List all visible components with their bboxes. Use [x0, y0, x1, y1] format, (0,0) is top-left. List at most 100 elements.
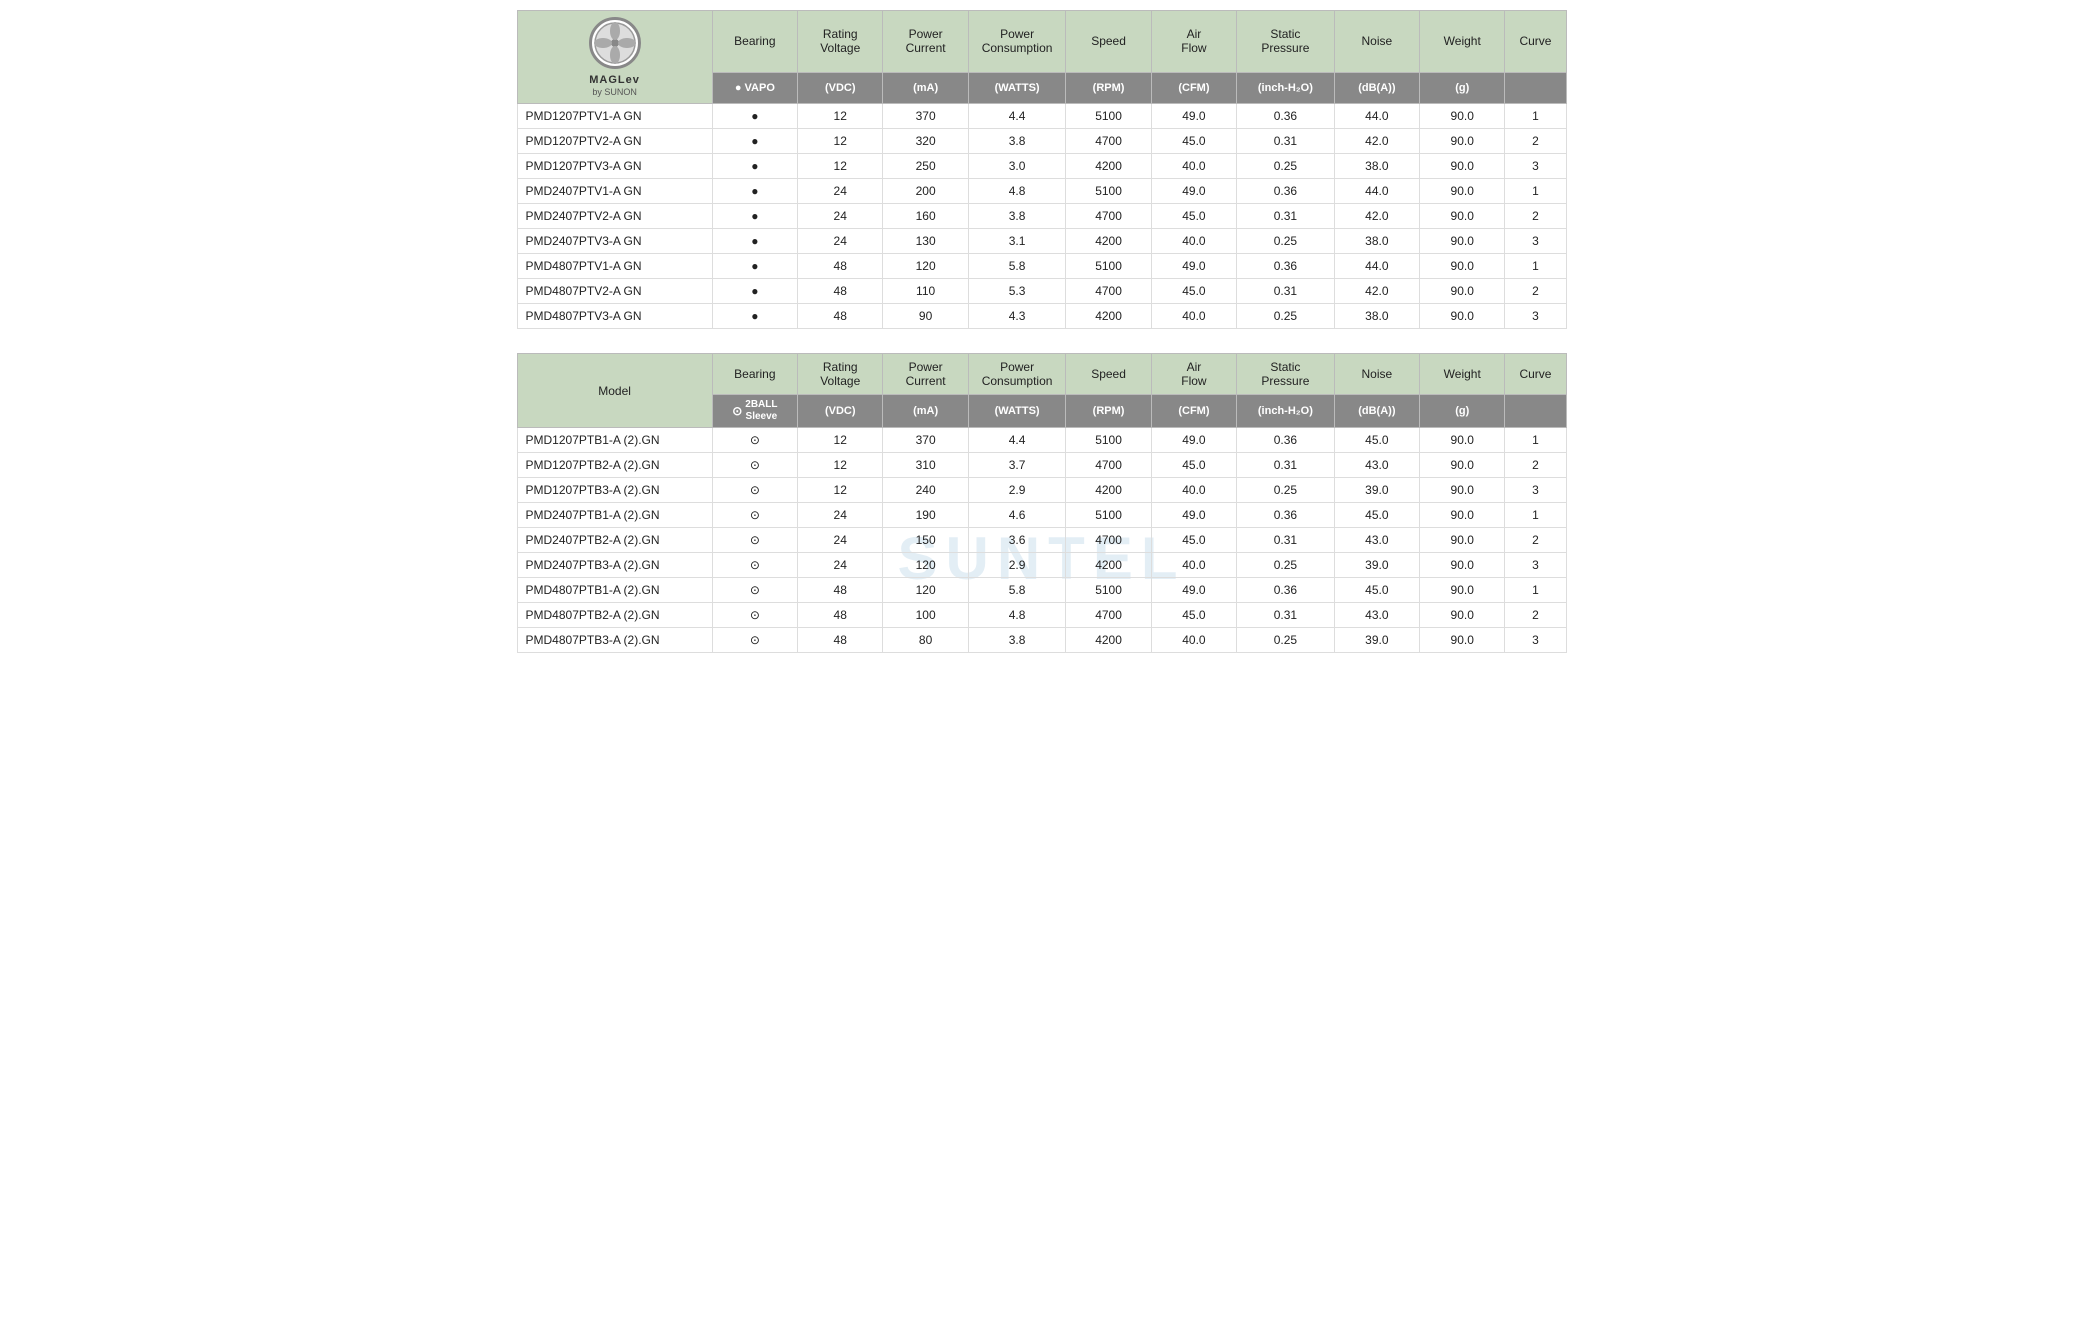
noise-cell: 43.0 — [1334, 453, 1419, 478]
airflow-cell: 49.0 — [1151, 104, 1236, 129]
current-cell: 80 — [883, 628, 968, 653]
fan-icon — [593, 21, 637, 65]
airflow-cell: 49.0 — [1151, 578, 1236, 603]
model-cell: PMD4807PTB1-A (2).GN — [517, 578, 712, 603]
unit-curve-2 — [1505, 395, 1566, 428]
airflow-cell: 40.0 — [1151, 628, 1236, 653]
weight-cell: 90.0 — [1420, 503, 1505, 528]
pressure-cell: 0.36 — [1237, 254, 1335, 279]
airflow-cell: 40.0 — [1151, 154, 1236, 179]
model-cell: PMD2407PTB2-A (2).GN — [517, 528, 712, 553]
pressure-cell: 0.31 — [1237, 204, 1335, 229]
pressure-cell: 0.25 — [1237, 628, 1335, 653]
current-cell: 150 — [883, 528, 968, 553]
weight-cell: 90.0 — [1420, 204, 1505, 229]
col-noise-label-1: Noise — [1334, 11, 1419, 73]
power-cell: 3.0 — [968, 154, 1066, 179]
pressure-cell: 0.31 — [1237, 279, 1335, 304]
pressure-cell: 0.36 — [1237, 428, 1335, 453]
current-cell: 120 — [883, 254, 968, 279]
curve-cell: 2 — [1505, 528, 1566, 553]
airflow-cell: 45.0 — [1151, 204, 1236, 229]
voltage-cell: 12 — [798, 428, 883, 453]
voltage-cell: 24 — [798, 204, 883, 229]
table2-header-top: Model Bearing RatingVoltage PowerCurrent… — [517, 354, 1566, 395]
pressure-cell: 0.31 — [1237, 528, 1335, 553]
table-row: PMD2407PTB2-A (2).GN ⊙ 24 150 3.6 4700 4… — [517, 528, 1566, 553]
curve-cell: 2 — [1505, 453, 1566, 478]
bearing-cell: ⊙ — [712, 453, 797, 478]
unit-speed-2: (RPM) — [1066, 395, 1151, 428]
bearing-cell: ⊙ — [712, 553, 797, 578]
speed-cell: 5100 — [1066, 428, 1151, 453]
table-row: PMD1207PTV3-A GN ● 12 250 3.0 4200 40.0 … — [517, 154, 1566, 179]
noise-cell: 43.0 — [1334, 528, 1419, 553]
model-cell: PMD2407PTV1-A GN — [517, 179, 712, 204]
current-cell: 370 — [883, 104, 968, 129]
current-cell: 200 — [883, 179, 968, 204]
airflow-cell: 40.0 — [1151, 229, 1236, 254]
unit-voltage-2: (VDC) — [798, 395, 883, 428]
noise-cell: 38.0 — [1334, 229, 1419, 254]
airflow-cell: 40.0 — [1151, 478, 1236, 503]
col-pressure-label-1: StaticPressure — [1237, 11, 1335, 73]
airflow-cell: 45.0 — [1151, 279, 1236, 304]
model-cell: PMD4807PTV1-A GN — [517, 254, 712, 279]
bearing-cell: ⊙ — [712, 628, 797, 653]
curve-cell: 3 — [1505, 229, 1566, 254]
speed-cell: 4200 — [1066, 478, 1151, 503]
table-row: PMD2407PTV2-A GN ● 24 160 3.8 4700 45.0 … — [517, 204, 1566, 229]
weight-cell: 90.0 — [1420, 304, 1505, 329]
voltage-cell: 24 — [798, 179, 883, 204]
voltage-cell: 24 — [798, 229, 883, 254]
voltage-cell: 48 — [798, 304, 883, 329]
airflow-cell: 49.0 — [1151, 428, 1236, 453]
logo-circle — [589, 17, 641, 69]
model-cell: PMD2407PTV3-A GN — [517, 229, 712, 254]
brand-label: MAGLev — [585, 73, 644, 87]
power-cell: 4.4 — [968, 104, 1066, 129]
table-row: PMD2407PTB1-A (2).GN ⊙ 24 190 4.6 5100 4… — [517, 503, 1566, 528]
speed-cell: 4700 — [1066, 528, 1151, 553]
curve-cell: 1 — [1505, 578, 1566, 603]
col-airflow-label-2: AirFlow — [1151, 354, 1236, 395]
voltage-cell: 24 — [798, 528, 883, 553]
bearing-cell: ● — [712, 179, 797, 204]
model-cell: PMD4807PTV2-A GN — [517, 279, 712, 304]
col-speed-label-1: Speed — [1066, 11, 1151, 73]
voltage-cell: 12 — [798, 129, 883, 154]
power-cell: 5.8 — [968, 254, 1066, 279]
airflow-cell: 40.0 — [1151, 553, 1236, 578]
model-cell: PMD1207PTB3-A (2).GN — [517, 478, 712, 503]
bearing-cell: ● — [712, 279, 797, 304]
current-cell: 310 — [883, 453, 968, 478]
curve-cell: 1 — [1505, 428, 1566, 453]
model-cell: PMD4807PTB2-A (2).GN — [517, 603, 712, 628]
logo-container: MAGLev by SUNON — [522, 17, 708, 97]
table-row: PMD1207PTB1-A (2).GN ⊙ 12 370 4.4 5100 4… — [517, 428, 1566, 453]
table-row: PMD4807PTB3-A (2).GN ⊙ 48 80 3.8 4200 40… — [517, 628, 1566, 653]
table-row: PMD4807PTV3-A GN ● 48 90 4.3 4200 40.0 0… — [517, 304, 1566, 329]
curve-cell: 2 — [1505, 129, 1566, 154]
current-cell: 370 — [883, 428, 968, 453]
speed-cell: 4200 — [1066, 154, 1151, 179]
bearing-cell: ⊙ — [712, 478, 797, 503]
table-row: PMD4807PTB1-A (2).GN ⊙ 48 120 5.8 5100 4… — [517, 578, 1566, 603]
voltage-cell: 12 — [798, 154, 883, 179]
unit-power-1: (WATTS) — [968, 72, 1066, 104]
current-cell: 130 — [883, 229, 968, 254]
current-cell: 160 — [883, 204, 968, 229]
pressure-cell: 0.31 — [1237, 129, 1335, 154]
power-cell: 3.1 — [968, 229, 1066, 254]
noise-cell: 44.0 — [1334, 254, 1419, 279]
model-cell: PMD1207PTB2-A (2).GN — [517, 453, 712, 478]
weight-cell: 90.0 — [1420, 428, 1505, 453]
noise-cell: 42.0 — [1334, 129, 1419, 154]
pressure-cell: 0.36 — [1237, 179, 1335, 204]
weight-cell: 90.0 — [1420, 478, 1505, 503]
table-section-1: MAGLev by SUNON Bearing RatingVoltage Po… — [517, 10, 1567, 329]
noise-cell: 39.0 — [1334, 478, 1419, 503]
bearing-cell: ⊙ — [712, 528, 797, 553]
voltage-cell: 48 — [798, 603, 883, 628]
bearing-cell: ● — [712, 154, 797, 179]
